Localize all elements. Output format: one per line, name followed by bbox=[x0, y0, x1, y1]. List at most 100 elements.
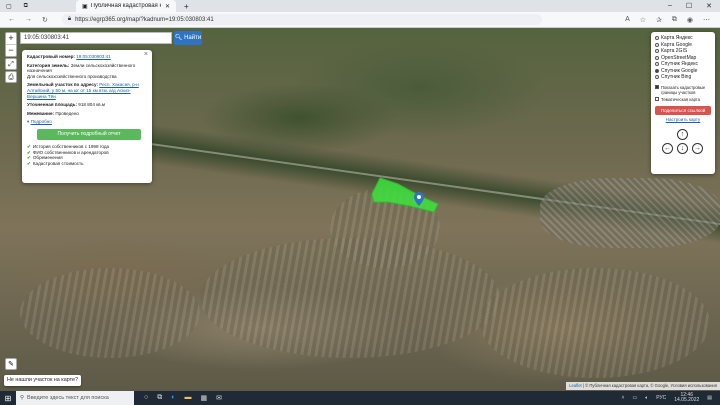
search-button[interactable]: 🔍︎ Найти bbox=[174, 31, 202, 45]
check-icon: ✔ bbox=[27, 160, 31, 166]
taskbar-search-placeholder: Введите здесь текст для поиска bbox=[27, 395, 109, 401]
favorites-icon[interactable]: ✰ bbox=[656, 16, 662, 24]
volume-icon[interactable]: 🔈︎ bbox=[645, 395, 648, 401]
area-value: 918 804 кв.м bbox=[78, 102, 106, 108]
pan-control: ↑ ← ↓ → bbox=[655, 129, 711, 169]
maximize-button[interactable]: ☐ bbox=[686, 2, 692, 10]
lock-icon: 🔒︎ bbox=[67, 16, 72, 22]
new-tab-button[interactable]: + bbox=[184, 2, 189, 11]
list-item: ✔ Кадастровая стоимость bbox=[27, 161, 147, 167]
checkbox[interactable] bbox=[655, 97, 659, 101]
clock-date: 14.05.2022 bbox=[674, 397, 700, 403]
window-icon: ▢ bbox=[6, 3, 12, 10]
cadastral-search-input[interactable]: 19:05:030803:41 bbox=[20, 32, 172, 44]
minimize-button[interactable]: – bbox=[668, 2, 672, 10]
feature-list: ✔ История собственников с 1998 года ✔ ФИО … bbox=[27, 144, 147, 166]
search-icon: 🔍︎ bbox=[174, 35, 183, 41]
pan-left-icon[interactable]: ← bbox=[662, 143, 673, 154]
reload-icon[interactable]: ↻ bbox=[42, 16, 48, 24]
zoom-out-button[interactable]: − bbox=[6, 45, 16, 56]
land-parcel[interactable] bbox=[370, 176, 440, 214]
more-details-link[interactable]: Подробно bbox=[31, 119, 52, 124]
url-field[interactable]: 🔒︎ https://egrp365.org/map/?kadnum=19:05… bbox=[61, 14, 542, 25]
radio-button[interactable] bbox=[655, 49, 659, 54]
zoom-in-button[interactable]: + bbox=[6, 33, 16, 45]
feature-text: Обременения bbox=[32, 155, 63, 161]
favorite-icon[interactable]: ☆ bbox=[640, 16, 646, 24]
mountain-ridge bbox=[480, 268, 710, 378]
checkbox-label: Тематическая карта bbox=[661, 96, 701, 102]
print-icon[interactable]: ⎙ bbox=[5, 71, 17, 83]
url-text: https://egrp365.org/map/?kadnum=19:05:03… bbox=[75, 16, 214, 23]
help-not-found-button[interactable]: Не нашли участок на карте? bbox=[4, 375, 82, 386]
collections-icon[interactable]: ⧉ bbox=[672, 16, 677, 24]
show-borders-checkbox[interactable]: Показать кадастровые границы участков bbox=[655, 85, 711, 95]
network-icon[interactable]: ▭ bbox=[632, 395, 637, 401]
share-link-button[interactable]: Поделиться ссылкой bbox=[655, 105, 711, 115]
map-layers-panel: Карта Яндекс Карта Google Карта 2GIS Ope… bbox=[651, 32, 715, 174]
check-icon: ✔ bbox=[27, 143, 31, 149]
read-aloud-icon[interactable]: A bbox=[625, 16, 630, 24]
cortana-icon[interactable]: ○ bbox=[144, 394, 148, 402]
radio-button[interactable] bbox=[655, 55, 659, 60]
checkbox-checked[interactable] bbox=[655, 85, 659, 89]
address-label: Земельный участок по адресу: bbox=[27, 82, 98, 88]
close-popup-button[interactable]: × bbox=[144, 51, 148, 58]
address-bar-row: ← → ↻ 🔒︎ https://egrp365.org/map/?kadnum… bbox=[0, 12, 720, 28]
layer-option-bing-satellite[interactable]: Спутник Bing bbox=[655, 74, 711, 81]
parcel-info-popup: × Кадастровый номер: 19:05:030803:41 Кат… bbox=[22, 50, 152, 183]
task-view-icon[interactable]: ⧉ bbox=[157, 394, 162, 402]
radio-button[interactable] bbox=[655, 75, 659, 80]
close-tab-icon[interactable]: ✕ bbox=[165, 3, 170, 10]
parcel-polygon[interactable] bbox=[371, 177, 439, 213]
notifications-icon[interactable]: ▤ bbox=[707, 395, 712, 401]
settlement bbox=[540, 178, 720, 248]
collections-icon[interactable]: ⧉ bbox=[24, 3, 28, 10]
forward-icon[interactable]: → bbox=[25, 16, 32, 24]
use-value: Для сельскохозяйственного производства bbox=[27, 73, 117, 79]
mountain-ridge bbox=[20, 268, 200, 358]
pan-down-icon[interactable]: ↓ bbox=[677, 143, 688, 154]
system-clock[interactable]: 12:46 14.05.2022 bbox=[674, 392, 700, 404]
close-window-button[interactable]: ✕ bbox=[706, 2, 712, 10]
checkbox-label: Показать кадастровые границы участков bbox=[661, 84, 706, 95]
taskbar-search-field[interactable]: ⚲ Введите здесь текст для поиска bbox=[16, 391, 134, 405]
check-icon: ✔ bbox=[27, 149, 31, 155]
language-indicator[interactable]: РУС bbox=[656, 395, 666, 401]
mail-icon[interactable]: ✉ bbox=[216, 394, 222, 402]
radio-button[interactable] bbox=[655, 62, 659, 67]
windows-start-icon[interactable]: ⊞ bbox=[0, 394, 16, 403]
setup-map-link[interactable]: Настроить карту bbox=[655, 117, 711, 124]
browser-titlebar: ▢ ⧉ ▣ Публичная кадастровая карта ✕ + – … bbox=[0, 0, 720, 12]
tray-chevron-icon[interactable]: ˄ bbox=[622, 395, 625, 401]
pencil-icon[interactable]: ✎ bbox=[5, 358, 17, 370]
get-report-button[interactable]: Получить подробный отчет bbox=[37, 128, 141, 140]
browser-tab[interactable]: ▣ Публичная кадастровая карта ✕ bbox=[75, 0, 176, 12]
location-pin-icon[interactable] bbox=[414, 192, 424, 206]
boundary-value: Проведено bbox=[55, 110, 79, 116]
store-icon[interactable]: ▦ bbox=[200, 394, 207, 402]
pan-right-icon[interactable]: → bbox=[692, 143, 703, 154]
thematic-map-checkbox[interactable]: Тематическая карта bbox=[655, 97, 711, 102]
pan-up-icon[interactable]: ↑ bbox=[677, 129, 688, 140]
zoom-control: + − bbox=[5, 32, 17, 57]
map-attribution: Leaflet | © Публичная кадастровая карта,… bbox=[566, 382, 720, 390]
search-icon: ⚲ bbox=[20, 395, 25, 401]
file-explorer-icon[interactable]: ▬ bbox=[184, 394, 191, 402]
radio-button-selected[interactable] bbox=[655, 68, 659, 73]
feature-text: История собственников с 1998 года bbox=[32, 143, 110, 149]
menu-icon[interactable]: ⋯ bbox=[703, 16, 710, 24]
check-icon: ✔ bbox=[27, 155, 31, 161]
favicon-icon: ▣ bbox=[81, 3, 88, 10]
kadnum-link[interactable]: 19:05:030803:41 bbox=[76, 54, 111, 59]
edge-icon[interactable]: ◐ bbox=[171, 394, 175, 402]
boundary-label: Межевание: bbox=[27, 110, 55, 116]
category-label: Категория земель: bbox=[27, 62, 70, 68]
profile-icon[interactable]: ◉ bbox=[687, 16, 693, 24]
radio-button[interactable] bbox=[655, 42, 659, 47]
radio-button[interactable] bbox=[655, 36, 659, 41]
leaflet-link[interactable]: Leaflet bbox=[569, 383, 582, 388]
layer-label: Спутник Bing bbox=[661, 74, 692, 80]
fullscreen-icon[interactable]: ⤢ bbox=[5, 58, 17, 70]
back-icon[interactable]: ← bbox=[8, 16, 15, 24]
